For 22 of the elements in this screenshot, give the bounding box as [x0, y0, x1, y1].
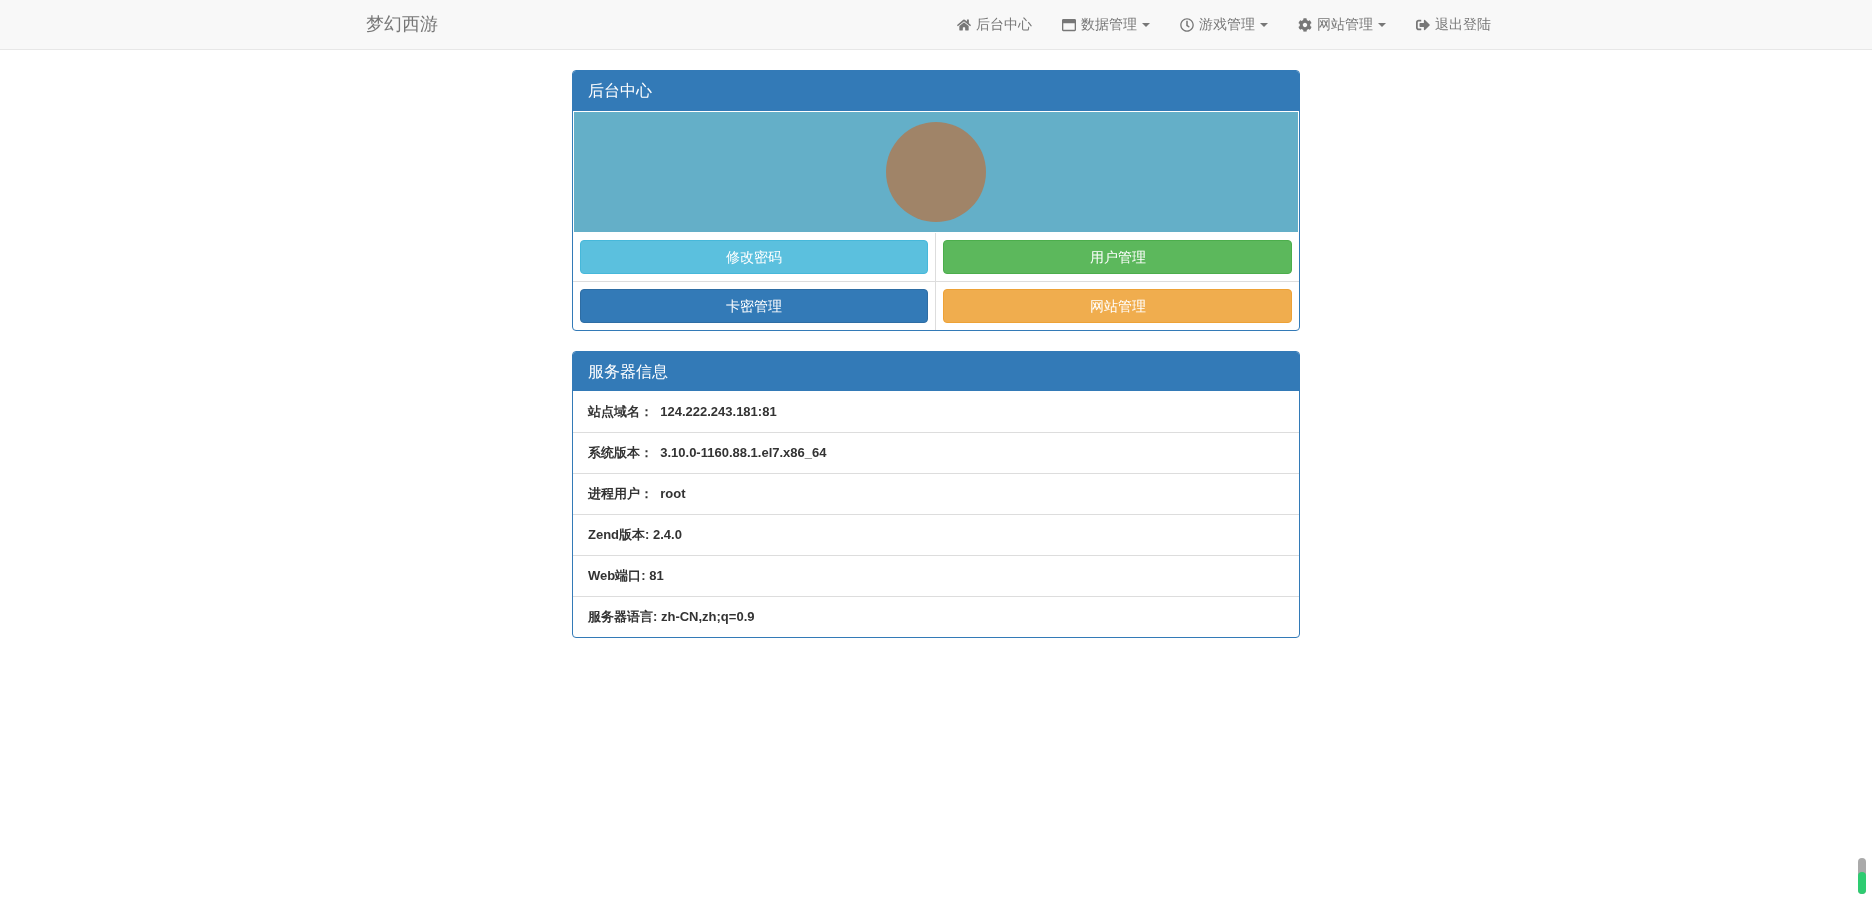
home-icon: [957, 17, 971, 32]
action-button[interactable]: 卡密管理: [580, 289, 928, 323]
gauge-icon: [1858, 858, 1866, 894]
info-text: Web端口: 81: [588, 567, 664, 586]
action-button[interactable]: 用户管理: [943, 240, 1292, 274]
window-icon: [1062, 17, 1076, 32]
nav-link[interactable]: 退出登陆: [1401, 14, 1506, 35]
nav-link[interactable]: 网站管理: [1283, 14, 1401, 35]
panel-title: 服务器信息: [573, 352, 1299, 391]
info-text: 服务器语言: zh-CN,zh;q=0.9: [588, 608, 755, 627]
logout-icon: [1416, 17, 1430, 32]
panel-title: 后台中心: [573, 71, 1299, 111]
info-text: 站点域名： 124.222.243.181:81: [588, 402, 777, 421]
brand-link[interactable]: 梦幻西游: [366, 11, 438, 38]
nav-link[interactable]: 数据管理: [1047, 14, 1165, 35]
nav-link[interactable]: 游戏管理: [1165, 14, 1283, 35]
info-text: 系统版本： 3.10.0-1160.88.1.el7.x86_64: [588, 444, 827, 463]
nav-link[interactable]: 后台中心: [942, 14, 1047, 35]
info-text: 进程用户： root: [588, 485, 686, 504]
clock-icon: [1180, 17, 1194, 32]
settings-icon: [1298, 17, 1312, 32]
info-text: Zend版本: 2.4.0: [588, 526, 682, 545]
